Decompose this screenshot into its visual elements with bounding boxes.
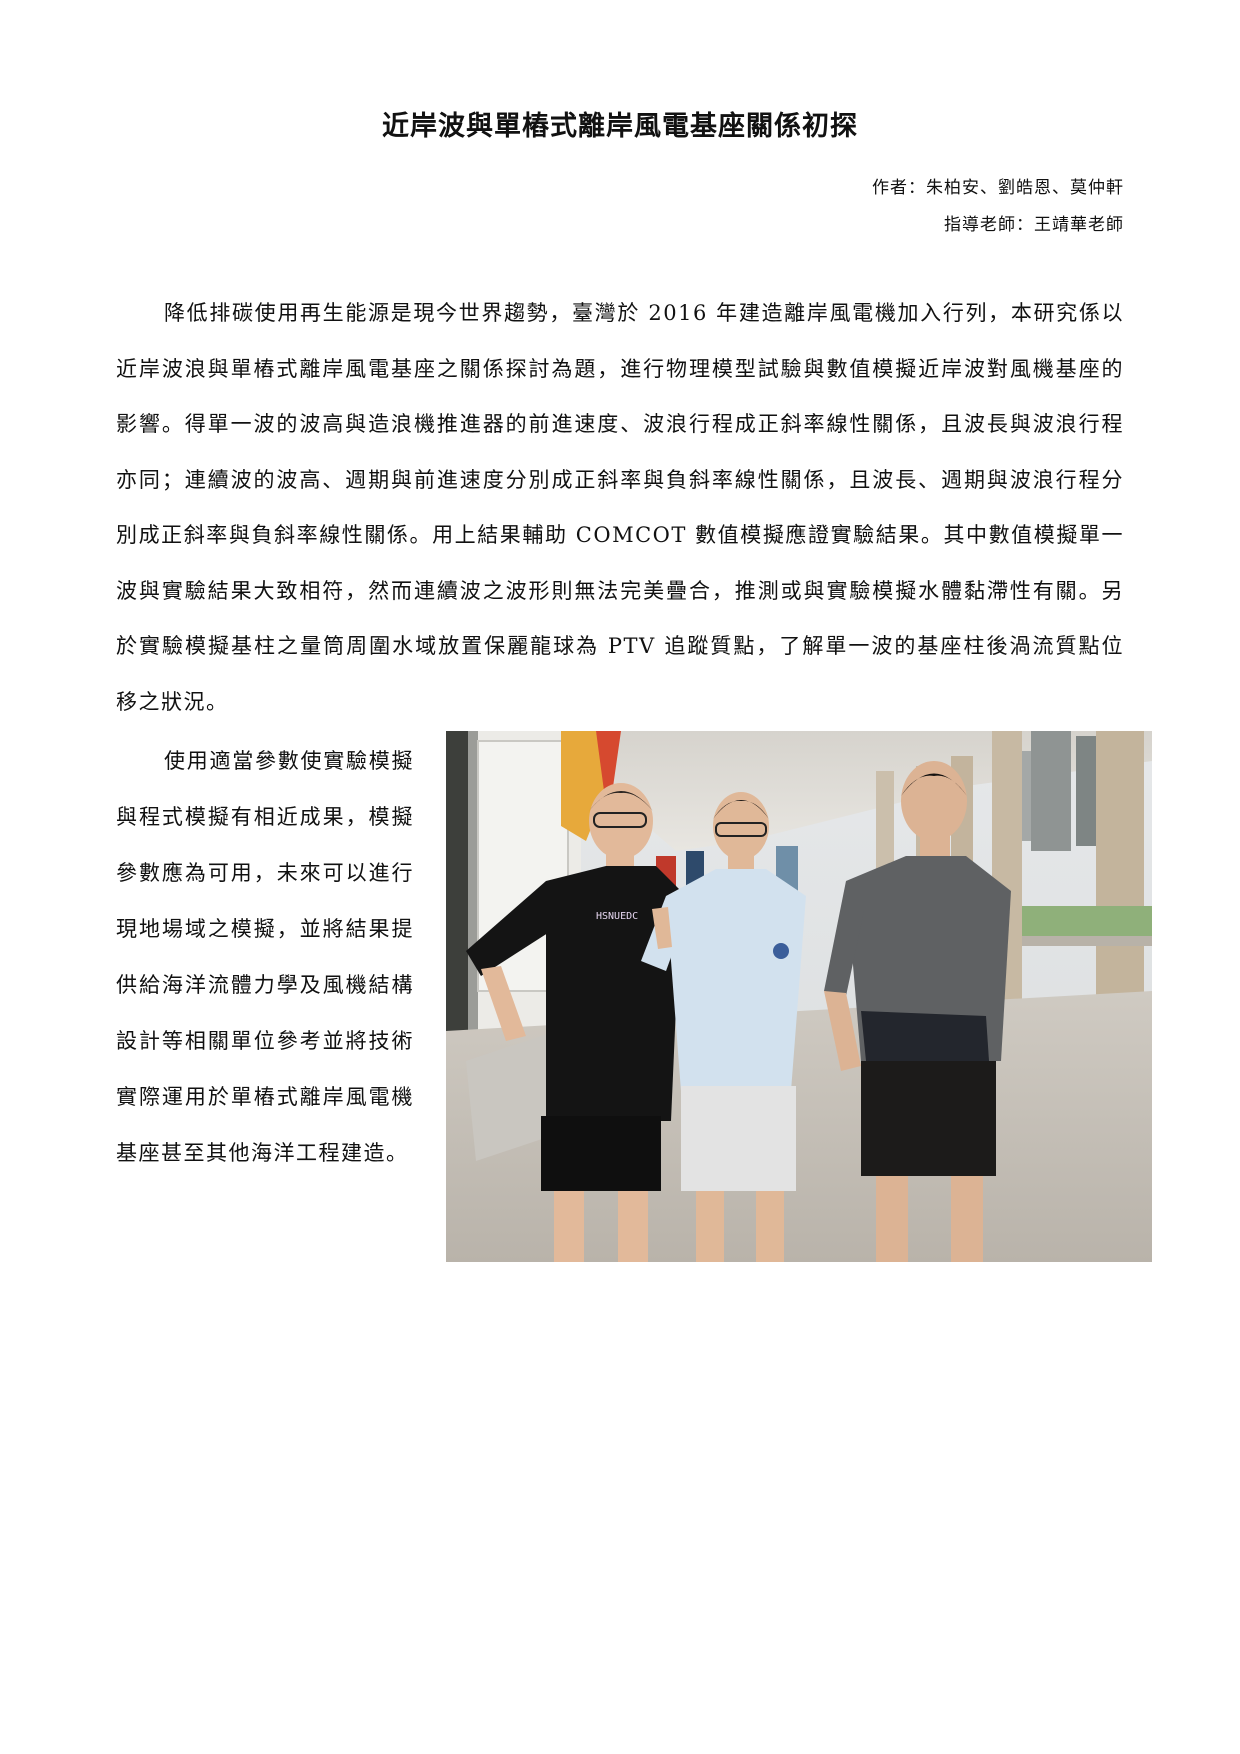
- document-title: 近岸波與單樁式離岸風電基座關係初探: [382, 111, 858, 142]
- document-page: 近岸波與單樁式離岸風電基座關係初探 作者：朱柏安、劉皓恩、莫仲軒 指導老師：王靖…: [0, 0, 1240, 1754]
- shirt-print: HSNUEDC: [596, 911, 638, 922]
- authors-line: 作者：朱柏安、劉皓恩、莫仲軒: [872, 178, 1124, 198]
- group-photo: HSNUEDC: [446, 731, 1152, 1262]
- advisor-line: 指導老師：王靖華老師: [944, 215, 1124, 235]
- abstract-paragraph: 降低排碳使用再生能源是現今世界趨勢，臺灣於 2016 年建造離岸風電機加入行列，…: [116, 301, 1124, 714]
- closing-paragraph: 使用適當參數使實驗模擬與程式模擬有相近成果，模擬參數應為可用，未來可以進行現地場…: [116, 749, 414, 1165]
